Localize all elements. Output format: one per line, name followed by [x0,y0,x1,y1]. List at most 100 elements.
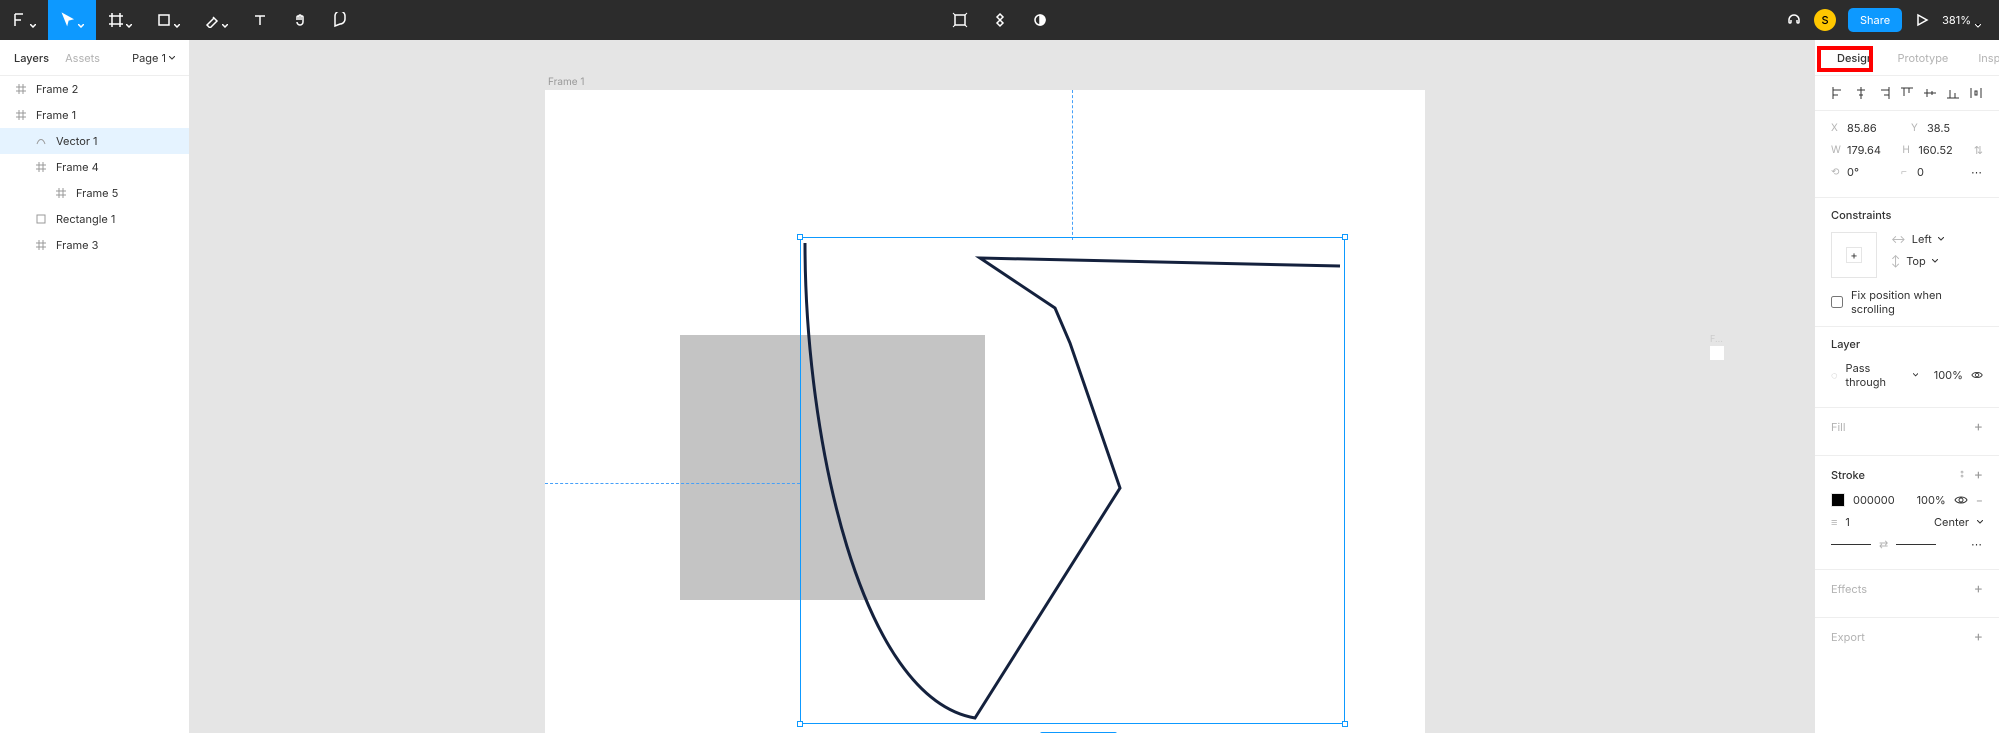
tab-assets[interactable]: Assets [65,51,100,65]
more-transform-icon[interactable]: ⋯ [1971,165,1983,179]
component-button[interactable] [980,0,1020,40]
layer-frame1[interactable]: Frame 1 [0,102,189,128]
canvas[interactable]: Frame 1 179.64 × 160.52 F... [190,40,1814,733]
zoom-control[interactable]: 381% [1942,13,1981,27]
h-input[interactable]: 160.52 [1918,143,1952,157]
resize-handle-nw[interactable] [797,234,803,240]
blend-mode-icon[interactable]: ◌ [1831,368,1838,382]
frame1-label[interactable]: Frame 1 [548,76,584,88]
spacing-guide-h [545,483,800,484]
share-button[interactable]: Share [1848,8,1902,32]
fill-section: Fill + [1815,408,1999,456]
w-input[interactable]: 179.64 [1847,143,1881,157]
constraints-widget[interactable]: + [1831,232,1877,278]
mask-button[interactable] [1020,0,1060,40]
visibility-icon[interactable] [1971,370,1983,380]
align-top-icon[interactable] [1900,86,1914,100]
stroke-style-icon[interactable]: ⦂ [1960,466,1963,483]
layer-frame3[interactable]: Frame 3 [0,232,189,258]
rotate-icon: ⟲ [1831,166,1841,178]
align-vcenter-icon[interactable] [1923,86,1937,100]
tab-layers[interactable]: Layers [14,51,49,65]
x-input[interactable]: 85.86 [1847,121,1877,135]
frame-icon [34,238,48,252]
text-tool-button[interactable] [240,0,280,40]
resize-handle-ne[interactable] [1342,234,1348,240]
frame2[interactable]: F... [1710,346,1724,360]
layer-rectangle1[interactable]: Rectangle 1 [0,206,189,232]
tab-inspect[interactable]: Inspect [1972,47,1999,69]
properties-panel: Design Prototype Inspect X85.86 Y38.5 W1… [1814,40,1999,733]
constraints-section: Constraints + ↔Left ↕Top Fix position wh… [1815,198,1999,327]
move-tool-button[interactable] [48,0,96,40]
rect-icon [34,212,48,226]
toolbar-right: S Share 381% [1786,0,1999,40]
layers-tree: Frame 2 Frame 1 Vector 1 Frame 4 Frame 5… [0,76,189,258]
stroke-opacity-input[interactable]: 100% [1917,493,1946,507]
stroke-visibility-icon[interactable] [1954,495,1968,505]
comment-tool-button[interactable] [320,0,360,40]
shape-tool-button[interactable] [144,0,192,40]
stroke-weight-icon: ≡ [1831,515,1837,529]
radius-icon: ⌐ [1901,166,1911,178]
resize-handle-se[interactable] [1342,721,1348,727]
tab-prototype[interactable]: Prototype [1892,47,1955,69]
frame-icon [54,186,68,200]
frame-options-button[interactable] [940,0,980,40]
stroke-cap-start[interactable] [1831,544,1871,545]
frame-tool-button[interactable] [96,0,144,40]
y-input[interactable]: 38.5 [1927,121,1950,135]
spacing-guide-v [1072,90,1073,240]
tab-design[interactable]: Design [1831,47,1880,69]
layer-vector1[interactable]: Vector 1 [0,128,189,154]
distribute-icon[interactable] [1969,86,1983,100]
swap-caps-icon[interactable]: ⇄ [1879,537,1888,551]
constraint-v-select[interactable]: ↕Top [1891,254,1944,268]
add-stroke-button[interactable]: + [1974,466,1983,483]
transform-section: X85.86 Y38.5 W179.64 H160.52 ⇅ ⟲0° ⌐0 ⋯ [1815,111,1999,198]
pen-tool-button[interactable] [192,0,240,40]
stroke-section: Stroke ⦂ + 000000 100% − ≡ 1 Center ⇄ [1815,456,1999,570]
stroke-align-select[interactable]: Center [1934,515,1969,529]
top-toolbar: S Share 381% [0,0,1999,40]
stroke-color-swatch[interactable] [1831,493,1845,507]
properties-tabs: Design Prototype Inspect [1815,40,1999,76]
remove-stroke-button[interactable]: − [1976,493,1983,507]
add-fill-button[interactable]: + [1974,418,1983,435]
layers-panel: Layers Assets Page 1 Frame 2 Frame 1 Vec… [0,40,190,733]
layer-frame5[interactable]: Frame 5 [0,180,189,206]
constraint-h-select[interactable]: ↔Left [1891,232,1944,246]
rotation-input[interactable]: 0° [1847,165,1859,179]
frame-icon [14,82,28,96]
layer-section: Layer ◌ Pass through 100% [1815,327,1999,408]
vector-icon [34,134,48,148]
layer-frame4[interactable]: Frame 4 [0,154,189,180]
add-effect-button[interactable]: + [1974,580,1983,597]
selection-box [800,237,1345,724]
stroke-cap-end[interactable] [1896,544,1936,545]
frame2-label: F... [1710,334,1723,345]
stroke-weight-input[interactable]: 1 [1845,515,1849,529]
zoom-value: 381% [1942,13,1971,27]
voice-button[interactable] [1786,0,1802,40]
layer-frame2[interactable]: Frame 2 [0,76,189,102]
stroke-color-input[interactable]: 000000 [1853,493,1895,507]
main-menu-button[interactable] [0,0,48,40]
align-hcenter-icon[interactable] [1854,86,1868,100]
blend-mode-select[interactable]: Pass through [1846,361,1905,389]
radius-input[interactable]: 0 [1917,165,1924,179]
align-row [1815,76,1999,111]
add-export-button[interactable]: + [1974,628,1983,645]
link-dims-icon[interactable]: ⇅ [1974,143,1983,157]
align-left-icon[interactable] [1831,86,1845,100]
opacity-input[interactable]: 100% [1934,368,1963,382]
stroke-more-icon[interactable]: ⋯ [1971,537,1983,551]
fix-position-checkbox[interactable]: Fix position when scrolling [1831,288,1983,316]
avatar[interactable]: S [1814,9,1836,31]
page-selector[interactable]: Page 1 [132,51,175,65]
align-right-icon[interactable] [1877,86,1891,100]
present-button[interactable] [1914,0,1930,40]
hand-tool-button[interactable] [280,0,320,40]
align-bottom-icon[interactable] [1946,86,1960,100]
resize-handle-sw[interactable] [797,721,803,727]
